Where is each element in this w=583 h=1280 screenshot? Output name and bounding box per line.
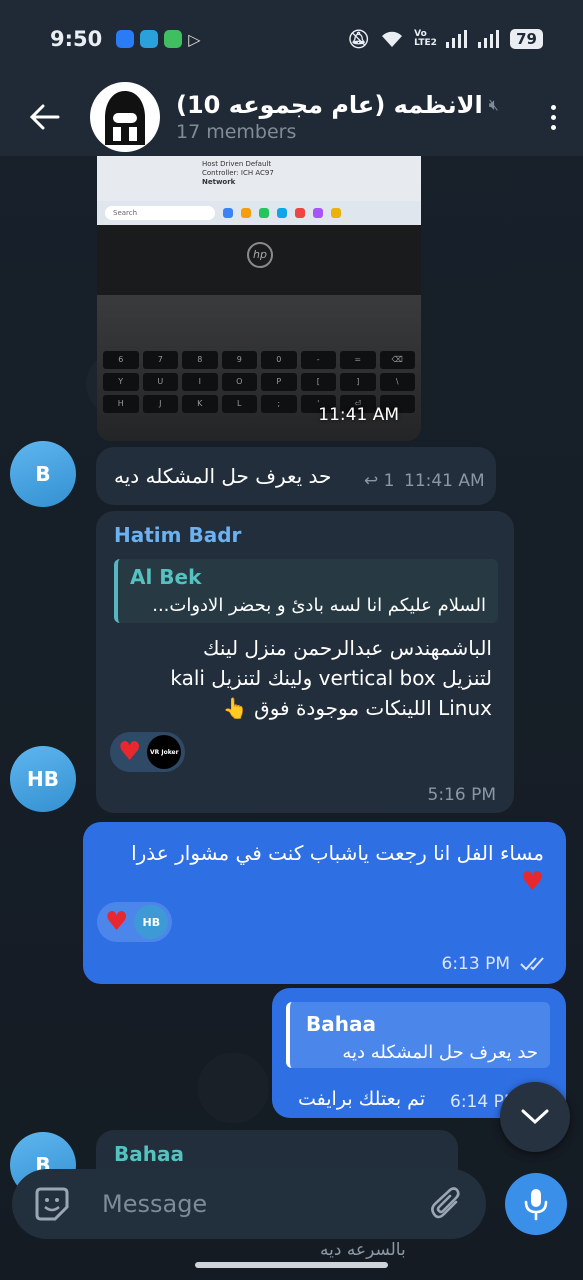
quote-text: حد يعرف حل المشكله ديه xyxy=(342,1042,538,1063)
microphone-icon xyxy=(524,1189,548,1221)
menu-dot-icon xyxy=(550,114,556,120)
message-preview-text: بالسرعه ديه xyxy=(320,1240,406,1260)
reply-count-icon[interactable]: ↩︎ 1 xyxy=(364,471,394,491)
muted-icon: 🔇︎ xyxy=(488,95,499,114)
hp-logo: hp xyxy=(247,242,273,268)
photo-screen-area: Host Driven Default Controller: ICH AC97… xyxy=(97,156,421,201)
telegram-icon xyxy=(140,30,159,48)
photo-screen-text: Host Driven Default Controller: ICH AC97… xyxy=(202,160,274,186)
network-label: Vo LTE2 xyxy=(414,29,437,48)
paperclip-icon xyxy=(431,1187,460,1219)
message-text: تم بعتلك برايفت xyxy=(298,1088,426,1110)
more-menu-button[interactable] xyxy=(533,104,573,130)
sender-name[interactable]: Bahaa xyxy=(114,1142,184,1166)
quote-text: السلام عليكم انا لسه بادئ و بحضر الادوات… xyxy=(152,595,486,616)
message-time: 6:13 PM xyxy=(441,954,511,974)
sender-name[interactable]: Hatim Badr xyxy=(114,523,241,547)
member-count: 17 members xyxy=(176,121,297,143)
group-avatar[interactable] xyxy=(90,82,160,152)
message-time: 11:41 AM xyxy=(404,471,485,491)
message-time: 5:16 PM xyxy=(427,785,497,805)
battery-indicator: 79 xyxy=(510,29,543,49)
arrow-left-icon xyxy=(30,104,60,130)
sender-avatar[interactable]: B xyxy=(10,441,76,507)
message-bubble[interactable]: Hatim Badr Al Bek السلام عليكم انا لسه ب… xyxy=(96,511,514,813)
status-time: 9:50 xyxy=(50,27,103,51)
reactor-avatar: HB xyxy=(134,905,169,939)
heart-emoji-icon: ♥ xyxy=(520,867,544,897)
messenger-icon xyxy=(116,30,135,48)
outgoing-message-bubble[interactable]: مساء الفل انا رجعت ياشباب كنت في مشوار ع… xyxy=(83,822,566,984)
signal-icon-2 xyxy=(478,30,500,48)
home-indicator[interactable] xyxy=(195,1262,388,1268)
scroll-to-bottom-button[interactable] xyxy=(500,1082,570,1152)
reactor-avatar: VR Joker xyxy=(147,735,182,769)
quote-sender: Al Bek xyxy=(130,565,202,589)
hooded-figure-icon xyxy=(105,91,145,145)
app-grid-icon xyxy=(164,30,183,48)
attach-button[interactable] xyxy=(406,1186,486,1222)
message-text: مساء الفل انا رجعت ياشباب كنت في مشوار ع… xyxy=(131,841,544,897)
sender-avatar[interactable]: HB xyxy=(10,746,76,812)
status-bar: 9:50 ▷ 🔕︎ Vo LTE2 79 xyxy=(0,0,583,78)
play-store-icon: ▷ xyxy=(188,29,201,49)
chat-title-block[interactable]: الانظمه (عام مجموعه 10) 🔇︎ 17 members xyxy=(176,91,533,143)
message-composer xyxy=(12,1169,486,1239)
message-bubble[interactable]: حد يعرف حل المشكله ديه ↩︎ 1 11:41 AM xyxy=(96,447,496,505)
sticker-icon xyxy=(35,1187,69,1221)
mute-icon: 🔕︎ xyxy=(347,28,371,50)
message-time: 11:41 AM xyxy=(318,405,399,425)
heart-reaction-icon[interactable]: ♥ xyxy=(118,739,141,765)
voice-record-button[interactable] xyxy=(505,1173,567,1235)
reactions-bar[interactable]: ♥ HB xyxy=(97,902,173,942)
message-text: الباشمهندس عبدالرحمن منزل لينك لتنزيل ve… xyxy=(170,636,492,720)
quote-sender: Bahaa xyxy=(306,1012,376,1036)
photo-taskbar: Search xyxy=(97,201,421,225)
heart-reaction-icon[interactable]: ♥ xyxy=(105,909,128,935)
reactions-bar[interactable]: ♥ VR Joker xyxy=(110,732,186,772)
reply-quote[interactable]: Bahaa حد يعرف حل المشكله ديه xyxy=(286,1002,550,1068)
signal-icon xyxy=(446,30,468,48)
wifi-icon xyxy=(382,31,403,47)
message-text: حد يعرف حل المشكله ديه xyxy=(114,464,332,488)
back-button[interactable] xyxy=(0,104,90,130)
menu-dot-icon xyxy=(550,124,556,130)
message-input[interactable] xyxy=(92,1190,406,1218)
photo-message[interactable]: Host Driven Default Controller: ICH AC97… xyxy=(97,156,421,441)
double-check-icon xyxy=(520,957,544,971)
chevron-down-icon xyxy=(521,1109,549,1125)
reply-quote[interactable]: Al Bek السلام عليكم انا لسه بادئ و بحضر … xyxy=(114,559,498,623)
chat-header: الانظمه (عام مجموعه 10) 🔇︎ 17 members xyxy=(0,78,583,156)
chat-title: الانظمه (عام مجموعه 10) xyxy=(176,91,483,119)
sticker-button[interactable] xyxy=(12,1185,92,1223)
menu-dot-icon xyxy=(550,104,556,110)
